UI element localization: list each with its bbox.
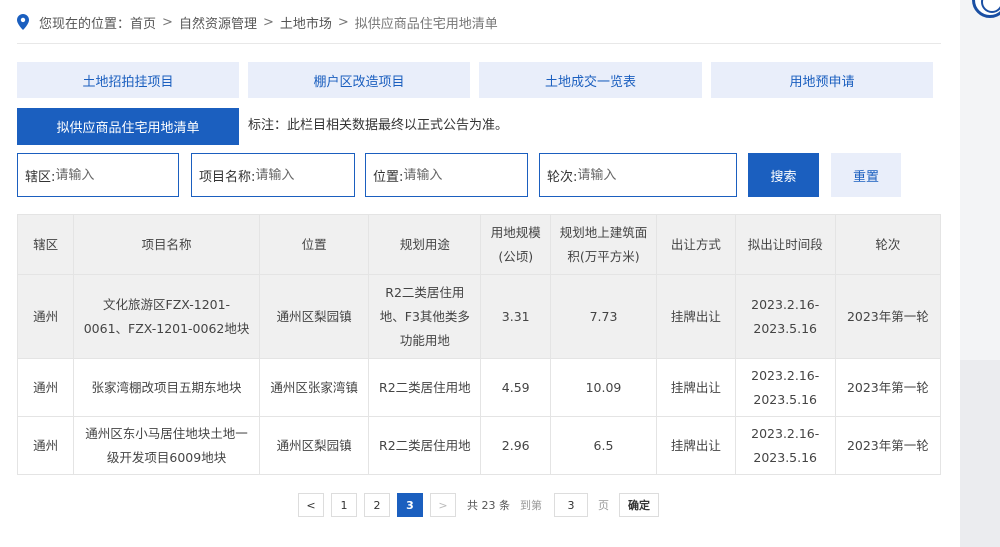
- page-button-3-current[interactable]: 3: [397, 493, 423, 517]
- next-page-button[interactable]: >: [430, 493, 456, 517]
- col-header-transfer-method: 出让方式: [656, 214, 736, 275]
- cell-transfer-period: 2023.2.16-2023.5.16: [734, 274, 836, 359]
- cell-floor-area: 6.5: [549, 416, 658, 475]
- table-row: 通州 张家湾棚改项目五期东地块 通州区张家湾镇 R2二类居住用地 4.59 10…: [16, 358, 942, 417]
- total-count: 共 23 条: [467, 499, 510, 512]
- col-header-round: 轮次: [834, 214, 942, 275]
- tab-residential-land-list[interactable]: 拟供应商品住宅用地清单: [17, 108, 239, 145]
- cell-project-name: 文化旅游区FZX-1201-0061、FZX-1201-0062地块: [73, 274, 260, 359]
- search-button[interactable]: 搜索: [748, 153, 819, 197]
- goto-confirm-button[interactable]: 确定: [619, 493, 659, 517]
- cell-floor-area: 10.09: [549, 358, 658, 417]
- breadcrumb-separator: >: [162, 14, 173, 30]
- cell-location: 通州区梨园镇: [258, 274, 370, 359]
- cell-land-area: 4.59: [480, 358, 551, 417]
- cell-transfer-method: 挂牌出让: [656, 274, 736, 359]
- district-label: 辖区:: [25, 169, 56, 185]
- breadcrumb-prefix: 您现在的位置：: [39, 16, 131, 32]
- cell-district: 通州: [16, 358, 75, 417]
- table-header-row: 辖区 项目名称 位置 规划用途 用地规模(公顷) 规划地上建筑面积(万平方米) …: [16, 214, 942, 275]
- cell-district: 通州: [16, 274, 75, 359]
- tab-land-pre-application[interactable]: 用地预申请: [711, 62, 933, 98]
- cell-district: 通州: [16, 416, 75, 475]
- cell-land-area: 2.96: [480, 416, 551, 475]
- cell-project-name: 通州区东小马居住地块土地一级开发项目6009地块: [73, 416, 260, 475]
- breadcrumb: 您现在的位置： 首页 > 自然资源管理 > 土地市场 > 拟供应商品住宅用地清单: [17, 12, 498, 32]
- location-filter[interactable]: 位置:: [365, 153, 528, 197]
- header-divider: [17, 43, 941, 44]
- col-header-project-name: 项目名称: [73, 214, 260, 275]
- cell-round: 2023年第一轮: [834, 358, 942, 417]
- breadcrumb-separator: >: [337, 14, 349, 30]
- project-name-label: 项目名称:: [199, 169, 256, 185]
- col-header-floor-area: 规划地上建筑面积(万平方米): [549, 214, 658, 275]
- cell-round: 2023年第一轮: [834, 274, 942, 359]
- cell-land-area: 3.31: [480, 274, 551, 359]
- breadcrumb-home[interactable]: 首页: [130, 13, 156, 32]
- project-name-input[interactable]: [255, 167, 346, 183]
- page-button-2[interactable]: 2: [364, 493, 390, 517]
- goto-label: 到第: [520, 499, 542, 512]
- cell-location: 通州区张家湾镇: [258, 358, 370, 417]
- round-input[interactable]: [577, 167, 668, 183]
- page: 您现在的位置： 首页 > 自然资源管理 > 土地市场 > 拟供应商品住宅用地清单…: [0, 0, 1000, 547]
- breadcrumb-current: 拟供应商品住宅用地清单: [354, 16, 498, 32]
- cell-planned-use: R2二类居住用地: [368, 358, 482, 417]
- cell-transfer-method: 挂牌出让: [656, 416, 736, 475]
- cell-project-name: 张家湾棚改项目五期东地块: [73, 358, 260, 417]
- side-panel-lower: [960, 360, 1000, 547]
- goto-page-input[interactable]: 3: [554, 493, 588, 517]
- location-input[interactable]: [403, 167, 494, 183]
- round-filter[interactable]: 轮次:: [539, 153, 737, 197]
- cell-floor-area: 7.73: [549, 274, 658, 359]
- land-list-table: 辖区 项目名称 位置 规划用途 用地规模(公顷) 规划地上建筑面积(万平方米) …: [16, 214, 942, 475]
- location-label: 位置:: [373, 169, 404, 185]
- cell-planned-use: R2二类居住用地: [368, 416, 482, 475]
- breadcrumb-land-market[interactable]: 土地市场: [280, 13, 332, 32]
- right-side-panel: [960, 0, 1000, 547]
- col-header-location: 位置: [258, 214, 370, 275]
- cell-round: 2023年第一轮: [834, 416, 942, 475]
- col-header-transfer-period: 拟出让时间段: [734, 214, 836, 275]
- table-row: 通州 文化旅游区FZX-1201-0061、FZX-1201-0062地块 通州…: [16, 274, 942, 359]
- col-header-district: 辖区: [16, 214, 75, 275]
- prev-page-button[interactable]: <: [298, 493, 324, 517]
- project-name-filter[interactable]: 项目名称:: [191, 153, 355, 197]
- breadcrumb-separator: >: [262, 14, 274, 30]
- table-row: 通州 通州区东小马居住地块土地一级开发项目6009地块 通州区梨园镇 R2二类居…: [16, 416, 942, 475]
- data-disclaimer-note: 标注：此栏目相关数据最终以正式公告为准。: [248, 118, 509, 133]
- cell-planned-use: R2二类居住用地、F3其他类多功能用地: [368, 274, 482, 359]
- page-unit-label: 页: [598, 499, 609, 512]
- district-filter[interactable]: 辖区:: [17, 153, 179, 197]
- district-input[interactable]: [55, 167, 146, 183]
- tab-land-transactions[interactable]: 土地成交一览表: [479, 62, 702, 98]
- breadcrumb-resource-management[interactable]: 自然资源管理: [179, 13, 257, 32]
- cell-transfer-period: 2023.2.16-2023.5.16: [734, 416, 836, 475]
- cell-transfer-method: 挂牌出让: [656, 358, 736, 417]
- tab-shantytown-renovation[interactable]: 棚户区改造项目: [248, 62, 470, 98]
- location-pin-icon: [17, 14, 29, 30]
- tab-land-auction[interactable]: 土地招拍挂项目: [17, 62, 239, 98]
- col-header-planned-use: 规划用途: [368, 214, 482, 275]
- round-label: 轮次:: [547, 169, 578, 185]
- col-header-land-area: 用地规模(公顷): [480, 214, 551, 275]
- page-button-1[interactable]: 1: [331, 493, 357, 517]
- pagination: < 1 2 3 > 共 23 条 到第 3 页 确定: [298, 493, 659, 517]
- cell-location: 通州区梨园镇: [258, 416, 370, 475]
- reset-button[interactable]: 重置: [831, 153, 901, 197]
- cell-transfer-period: 2023.2.16-2023.5.16: [734, 358, 836, 417]
